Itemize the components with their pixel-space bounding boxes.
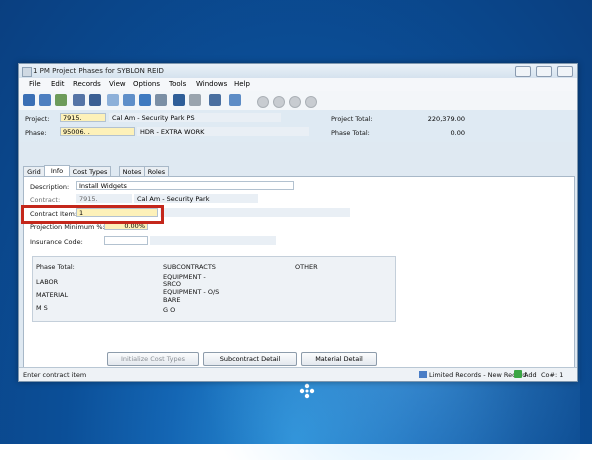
insurance-code-description (150, 236, 276, 245)
projection-minimum-label: Projection Minimum %: (30, 223, 105, 231)
summary-srco: SRCO (163, 280, 181, 288)
phase-total-value: 0.00 (450, 129, 465, 137)
close-button[interactable] (557, 66, 573, 77)
window-title: 1 PM Project Phases for SYBLON REID (33, 67, 164, 75)
summary-material: MATERIAL (36, 291, 69, 299)
menu-file[interactable]: File (29, 80, 41, 88)
contract-label: Contract: (30, 196, 61, 204)
app-icon (22, 67, 32, 77)
contract-item-highlight (21, 205, 164, 224)
print-icon[interactable] (209, 94, 221, 106)
contract-description: Cal Am - Security Park (134, 194, 258, 203)
summary-labor: LABOR (36, 278, 59, 286)
contract-field: 7915. (76, 194, 132, 203)
new-record-icon[interactable] (23, 94, 35, 106)
attach-icon[interactable] (189, 94, 201, 106)
initialize-cost-types-button[interactable]: Initialize Cost Types (107, 352, 199, 366)
phase-field[interactable]: 95006. . (60, 127, 135, 136)
phase-label: Phase: (25, 129, 47, 137)
last-record-icon[interactable] (305, 96, 317, 108)
toolbar (19, 91, 577, 111)
refresh-icon[interactable] (139, 94, 151, 106)
project-total-value: 220,379.00 (427, 115, 465, 123)
phase-total-label: Phase Total: (331, 129, 370, 137)
menu-help[interactable]: Help (234, 80, 250, 88)
menu-view[interactable]: View (109, 80, 126, 88)
windows-flower-icon (299, 383, 315, 399)
maximize-button[interactable] (536, 66, 552, 77)
spellcheck-icon[interactable] (229, 94, 241, 106)
search-icon[interactable] (155, 94, 167, 106)
project-label: Project: (25, 115, 50, 123)
records-icon (419, 371, 427, 378)
menu-windows[interactable]: Windows (196, 80, 227, 88)
open-folder-icon[interactable] (55, 94, 67, 106)
status-bar: Enter contract item Limited Records - Ne… (19, 367, 577, 381)
company-number: Co#: 1 (541, 371, 564, 379)
first-record-icon[interactable] (257, 96, 269, 108)
menu-records[interactable]: Records (73, 80, 101, 88)
cost-summary-box: Phase Total: LABOR MATERIAL M S SUBCONTR… (32, 256, 396, 322)
title-bar[interactable]: 1 PM Project Phases for SYBLON REID (19, 64, 577, 79)
description-label: Description: (30, 183, 70, 191)
next-record-icon[interactable] (289, 96, 301, 108)
project-field[interactable]: 7915. (60, 113, 106, 122)
minimize-button[interactable] (515, 66, 531, 77)
add-icon (514, 370, 522, 378)
summary-phase-total: Phase Total: (36, 263, 75, 271)
summary-bare: BARE (163, 296, 181, 304)
menu-edit[interactable]: Edit (51, 80, 65, 88)
delete-icon[interactable] (107, 94, 119, 106)
previous-record-icon[interactable] (273, 96, 285, 108)
records-status: Limited Records - New Record (429, 371, 527, 379)
project-total-label: Project Total: (331, 115, 373, 123)
subcontract-detail-button[interactable]: Subcontract Detail (203, 352, 297, 366)
record-header: Project: 7915. Cal Am - Security Park PS… (19, 110, 577, 142)
menu-options[interactable]: Options (133, 80, 160, 88)
material-detail-button[interactable]: Material Detail (301, 352, 377, 366)
menu-tools[interactable]: Tools (169, 80, 186, 88)
contract-item-description (160, 208, 350, 217)
summary-other: OTHER (295, 263, 318, 271)
description-field[interactable]: Install Widgets (76, 181, 294, 190)
undo-icon[interactable] (123, 94, 135, 106)
add-mode: Add (524, 371, 537, 379)
menu-bar: File Edit Records View Options Tools Win… (19, 78, 577, 91)
status-message: Enter contract item (23, 371, 87, 379)
calculator-icon[interactable] (173, 94, 185, 106)
insurance-code-field[interactable] (104, 236, 148, 245)
save-icon[interactable] (73, 94, 85, 106)
phase-description: HDR - EXTRA WORK (137, 127, 309, 136)
summary-equipment-os: EQUIPMENT - O/S (163, 288, 220, 296)
save-all-icon[interactable] (89, 94, 101, 106)
insurance-code-label: Insurance Code: (30, 238, 83, 246)
summary-go: G O (163, 306, 176, 314)
project-description: Cal Am - Security Park PS (109, 113, 281, 122)
summary-ms: M S (36, 304, 48, 312)
link-icon[interactable] (39, 94, 51, 106)
summary-subcontracts: SUBCONTRACTS (163, 263, 216, 271)
